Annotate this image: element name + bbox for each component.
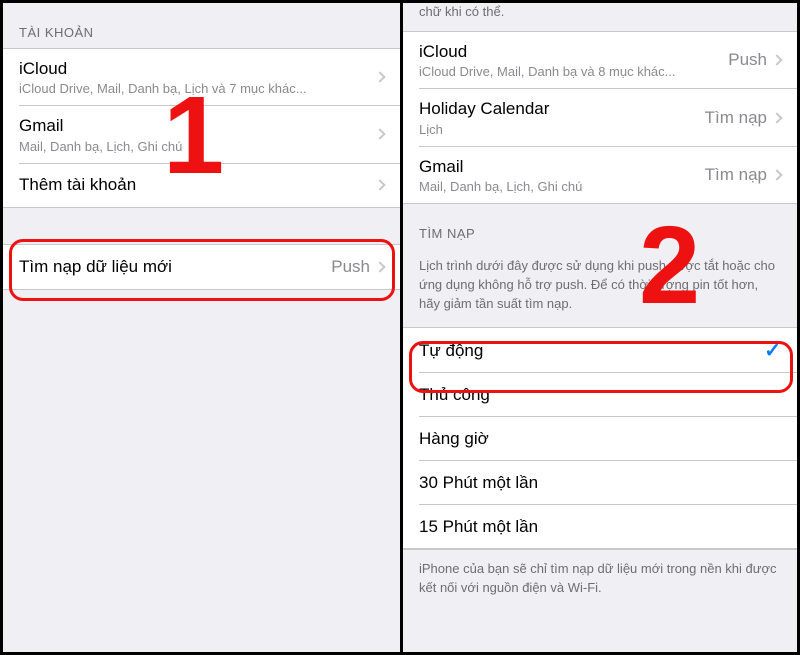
account-row-gmail[interactable]: Gmail Mail, Danh bạ, Lịch, Ghi chú: [19, 105, 400, 162]
account-row-holiday[interactable]: Holiday Calendar Lịch Tìm nạp: [419, 88, 797, 145]
fetch-group: Tìm nạp dữ liệu mới Push: [3, 244, 400, 290]
option-label: 30 Phút một lần: [419, 472, 781, 493]
screenshot-frame: TÀI KHOẢN iCloud iCloud Drive, Mail, Dan…: [0, 0, 800, 655]
fetch-row-title: Tìm nạp dữ liệu mới: [19, 256, 331, 277]
checkmark-icon: ✓: [764, 338, 781, 363]
account-title: iCloud: [19, 58, 376, 79]
account-title: Gmail: [19, 115, 376, 136]
footer-note: iPhone của bạn sẽ chỉ tìm nạp dữ liệu mớ…: [403, 549, 797, 596]
account-sub: Mail, Danh bạ, Lịch, Ghi chú: [419, 179, 705, 194]
chevron-right-icon: [771, 112, 782, 123]
chevron-right-icon: [374, 179, 385, 190]
cutoff-text: chữ khi có thể.: [403, 3, 797, 31]
account-sub: iCloud Drive, Mail, Danh bạ, Lịch và 7 m…: [19, 81, 376, 96]
fetch-new-data-row[interactable]: Tìm nạp dữ liệu mới Push: [3, 245, 400, 289]
fetch-option-manual[interactable]: Thủ công: [419, 372, 797, 416]
option-label: 15 Phút một lần: [419, 516, 781, 537]
option-label: Tự động: [419, 340, 764, 361]
fetch-option-15min[interactable]: 15 Phút một lần: [419, 504, 797, 548]
account-sub: iCloud Drive, Mail, Danh bạ và 8 mục khá…: [419, 64, 728, 79]
accounts-group: iCloud iCloud Drive, Mail, Danh bạ, Lịch…: [3, 48, 400, 208]
chevron-right-icon: [771, 55, 782, 66]
account-title: Gmail: [419, 156, 705, 177]
accounts-header: TÀI KHOẢN: [3, 3, 400, 48]
right-panel: chữ khi có thể. iCloud iCloud Drive, Mai…: [403, 3, 797, 652]
account-sub: Lịch: [419, 122, 705, 137]
fetch-option-auto[interactable]: Tự động ✓: [403, 328, 797, 372]
account-mode: Tìm nạp: [705, 165, 767, 185]
fetch-options-group: Tự động ✓ Thủ công Hàng giờ 30 Phút một …: [403, 327, 797, 549]
chevron-right-icon: [771, 169, 782, 180]
fetch-row-value: Push: [331, 257, 370, 277]
account-row-gmail[interactable]: Gmail Mail, Danh bạ, Lịch, Ghi chú Tìm n…: [419, 146, 797, 203]
account-sub: Mail, Danh bạ, Lịch, Ghi chú: [19, 139, 376, 154]
accounts-group-right: iCloud iCloud Drive, Mail, Danh bạ và 8 …: [403, 31, 797, 204]
account-row-icloud[interactable]: iCloud iCloud Drive, Mail, Danh bạ và 8 …: [403, 32, 797, 88]
fetch-description: Lịch trình dưới đây được sử dụng khi pus…: [403, 249, 797, 328]
option-label: Thủ công: [419, 384, 781, 405]
option-label: Hàng giờ: [419, 428, 781, 449]
add-account-row[interactable]: Thêm tài khoản: [19, 163, 400, 207]
chevron-right-icon: [374, 71, 385, 82]
fetch-header: TÌM NẠP: [403, 204, 797, 249]
fetch-option-hourly[interactable]: Hàng giờ: [419, 416, 797, 460]
add-account-label: Thêm tài khoản: [19, 174, 376, 195]
chevron-right-icon: [374, 261, 385, 272]
account-row-icloud[interactable]: iCloud iCloud Drive, Mail, Danh bạ, Lịch…: [3, 49, 400, 105]
chevron-right-icon: [374, 129, 385, 140]
account-title: Holiday Calendar: [419, 98, 705, 119]
account-mode: Tìm nạp: [705, 108, 767, 128]
account-title: iCloud: [419, 41, 728, 62]
left-panel: TÀI KHOẢN iCloud iCloud Drive, Mail, Dan…: [3, 3, 403, 652]
account-mode: Push: [728, 50, 767, 70]
fetch-option-30min[interactable]: 30 Phút một lần: [419, 460, 797, 504]
